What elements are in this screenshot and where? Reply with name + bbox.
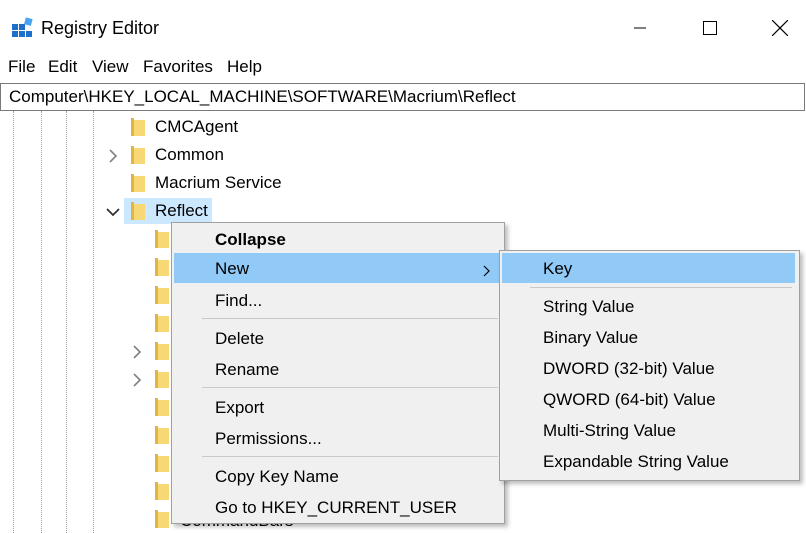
tree-item-label: Reflect (155, 201, 208, 220)
menu-item-rename[interactable]: Rename (174, 354, 500, 384)
menu-edit[interactable]: Edit (48, 56, 77, 78)
tree-item-common[interactable]: Common (0, 141, 806, 169)
minimize-icon (634, 27, 646, 29)
chevron-right-icon[interactable] (130, 344, 144, 359)
tree-item-label: CMCAgent (155, 117, 239, 136)
menu-item-find[interactable]: Find... (174, 285, 500, 315)
menu-item-label: Delete (215, 329, 265, 348)
folder-icon (155, 510, 169, 528)
folder-icon (155, 482, 169, 500)
chevron-right-icon[interactable] (106, 148, 120, 163)
menu-item-collapse[interactable]: Collapse (174, 224, 500, 254)
folder-icon (155, 230, 169, 248)
submenu-item-qword-value[interactable]: QWORD (64-bit) Value (502, 384, 795, 414)
menu-view[interactable]: View (92, 56, 129, 78)
folder-icon (155, 258, 169, 276)
folder-icon (155, 342, 169, 360)
menu-item-label: DWORD (32-bit) Value (543, 359, 715, 378)
folder-icon (131, 146, 145, 164)
menu-item-new[interactable]: New (174, 253, 500, 283)
submenu-item-dword-value[interactable]: DWORD (32-bit) Value (502, 353, 795, 383)
submenu-item-string-value[interactable]: String Value (502, 291, 795, 321)
registry-editor-icon (11, 17, 33, 39)
chevron-right-icon (482, 262, 492, 277)
menu-help[interactable]: Help (227, 56, 262, 78)
menu-favorites[interactable]: Favorites (143, 56, 213, 78)
menu-item-export[interactable]: Export (174, 392, 500, 422)
submenu-item-binary-value[interactable]: Binary Value (502, 322, 795, 352)
window-title: Registry Editor (41, 18, 160, 38)
menu-item-label: Rename (215, 360, 280, 379)
close-icon (772, 20, 788, 36)
folder-icon (155, 398, 169, 416)
folder-icon (131, 174, 145, 192)
menu-item-label: Permissions... (215, 429, 322, 448)
minimize-button[interactable] (617, 11, 663, 45)
folder-icon (155, 426, 169, 444)
menu-item-label: Key (543, 259, 573, 278)
tree-item-reflect[interactable]: Reflect (0, 197, 806, 225)
context-menu: Collapse New Find... Delete Rename Expor… (171, 222, 505, 524)
title-bar: Registry Editor (0, 0, 806, 52)
address-bar[interactable]: Computer\HKEY_LOCAL_MACHINE\SOFTWARE\Mac… (0, 83, 805, 111)
menu-separator (202, 387, 498, 388)
folder-icon (155, 454, 169, 472)
menu-item-copy-key-name[interactable]: Copy Key Name (174, 461, 500, 491)
menu-separator (530, 287, 792, 288)
new-submenu: Key String Value Binary Value DWORD (32-… (499, 250, 800, 481)
tree-item-cmcagent[interactable]: CMCAgent (0, 113, 806, 141)
submenu-item-multi-string-value[interactable]: Multi-String Value (502, 415, 795, 445)
tree-item-label: Common (155, 145, 224, 164)
menu-item-label: String Value (543, 297, 635, 316)
menu-item-label: Collapse (215, 230, 286, 249)
submenu-item-key[interactable]: Key (502, 253, 795, 283)
address-path: Computer\HKEY_LOCAL_MACHINE\SOFTWARE\Mac… (9, 87, 516, 106)
chevron-right-icon[interactable] (130, 372, 144, 387)
menu-item-label: Find... (215, 291, 263, 310)
folder-icon (131, 118, 145, 136)
menu-item-label: Go to HKEY_CURRENT_USER (215, 498, 457, 517)
menu-item-label: Binary Value (543, 328, 639, 347)
menu-item-label: Export (215, 398, 265, 417)
menu-item-goto-hkcu[interactable]: Go to HKEY_CURRENT_USER (174, 492, 500, 522)
folder-icon (131, 202, 145, 220)
menu-separator (202, 456, 498, 457)
menu-file[interactable]: File (8, 56, 35, 78)
tree-item-macrium-service[interactable]: Macrium Service (0, 169, 806, 197)
chevron-down-icon[interactable] (106, 204, 120, 218)
folder-icon (155, 370, 169, 388)
maximize-button[interactable] (687, 11, 733, 45)
folder-icon (155, 286, 169, 304)
menu-bar: File Edit View Favorites Help (0, 52, 806, 82)
menu-item-permissions[interactable]: Permissions... (174, 423, 500, 453)
menu-item-label: Expandable String Value (543, 452, 729, 471)
menu-item-label: Copy Key Name (215, 467, 339, 486)
menu-item-label: New (215, 259, 250, 278)
menu-item-delete[interactable]: Delete (174, 323, 500, 353)
submenu-item-expandable-string-value[interactable]: Expandable String Value (502, 446, 795, 476)
menu-item-label: QWORD (64-bit) Value (543, 390, 716, 409)
folder-icon (155, 314, 169, 332)
close-button[interactable] (757, 11, 803, 45)
menu-item-label: Multi-String Value (543, 421, 676, 440)
tree-item-label: Macrium Service (155, 173, 282, 192)
maximize-icon (703, 21, 717, 35)
menu-separator (202, 318, 498, 319)
